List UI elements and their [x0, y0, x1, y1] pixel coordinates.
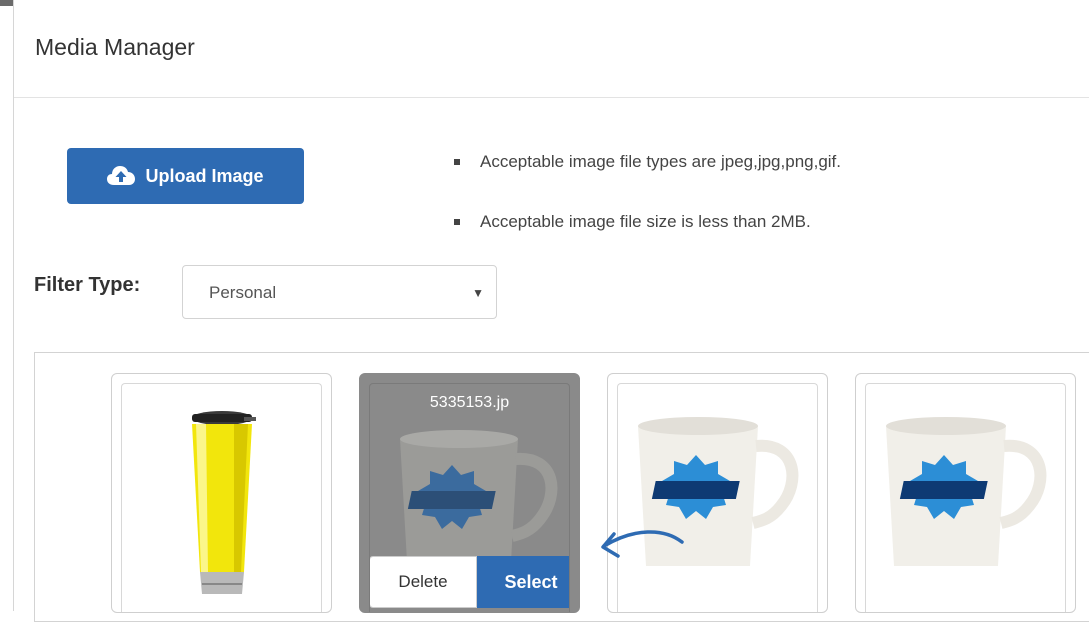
tile-image-frame [617, 383, 818, 612]
gallery-tile[interactable] [855, 373, 1076, 613]
upload-image-label: Upload Image [145, 165, 264, 186]
tile-image-frame [121, 383, 322, 612]
rule-file-size: Acceptable image file size is less than … [454, 210, 841, 234]
modal-title: Media Manager [35, 34, 195, 60]
filter-type-value: Personal [209, 283, 277, 302]
filter-type-select[interactable]: Personal ▼ [182, 265, 497, 319]
modal-header: Media Manager [14, 0, 1089, 98]
upload-image-button[interactable]: Upload Image [67, 148, 304, 204]
pointer-arrow-icon [601, 530, 684, 558]
delete-button[interactable]: Delete [370, 556, 477, 608]
hovered-filename: 5335153.jp [429, 394, 510, 411]
gallery-tile-selected[interactable]: 5335153.jp Delete Select [359, 373, 580, 613]
cloud-upload-icon [107, 166, 136, 185]
mug-image [886, 417, 1047, 566]
tumbler-image [192, 411, 256, 594]
tile-image-frame: 5335153.jp Delete Select [369, 383, 570, 612]
mug-image [638, 417, 799, 566]
filter-type-label: Filter Type: [34, 274, 141, 296]
gallery-tile[interactable] [111, 373, 332, 613]
rule-file-types: Acceptable image file types are jpeg,jpg… [454, 150, 841, 174]
select-button[interactable]: Select [477, 556, 569, 608]
tile-image-frame [865, 383, 1066, 612]
upload-rules-list: Acceptable image file types are jpeg,jpg… [454, 150, 841, 270]
media-manager-modal: Media Manager Upload Image Acceptable im… [13, 0, 1089, 622]
chevron-down-icon: ▼ [472, 286, 484, 300]
gallery-tile[interactable] [607, 373, 828, 613]
